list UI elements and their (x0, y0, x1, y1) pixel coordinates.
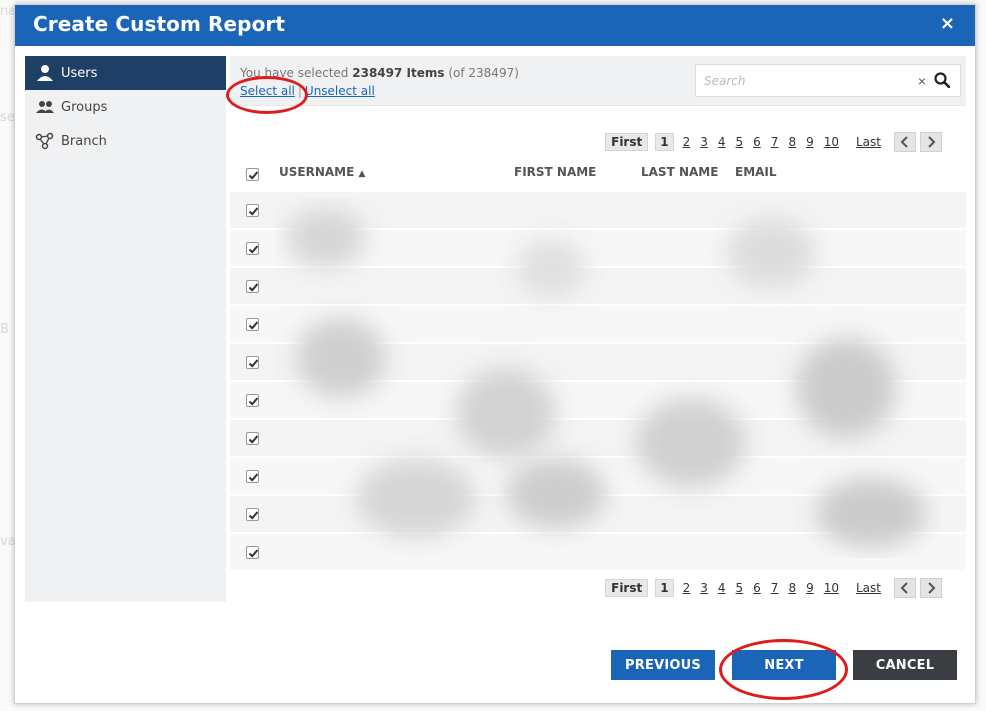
page-link[interactable]: 9 (806, 135, 814, 149)
selection-summary: You have selected 238497 Items (of 23849… (240, 66, 519, 80)
branch-icon (35, 132, 57, 150)
table-header: USERNAME ▲ FIRST NAME LAST NAME EMAIL (230, 157, 966, 189)
checkmark-icon (248, 397, 259, 406)
search-box: × (695, 64, 961, 97)
redacted-user-data (276, 198, 940, 558)
page-link[interactable]: 10 (824, 581, 839, 595)
sidebar-item-groups[interactable]: Groups (25, 90, 226, 124)
previous-button[interactable]: PREVIOUS (611, 650, 715, 680)
row-checkbox[interactable] (246, 470, 259, 483)
select-all-checkbox[interactable] (246, 168, 259, 181)
cancel-button[interactable]: CANCEL (853, 650, 957, 680)
next-button[interactable]: NEXT (732, 650, 836, 680)
selection-prefix: You have selected (240, 66, 349, 80)
column-first-name[interactable]: FIRST NAME (514, 165, 596, 179)
pagination-bottom: First 1 2 3 4 5 6 7 8 9 10 Last (602, 578, 942, 598)
chevron-left-icon (900, 582, 908, 594)
sidebar-item-users[interactable]: Users (25, 56, 226, 90)
page-link[interactable]: 7 (771, 135, 779, 149)
page-link[interactable]: 6 (753, 135, 761, 149)
dialog-header: Create Custom Report × (15, 5, 975, 46)
users-group-icon (35, 98, 57, 116)
checkmark-icon (248, 511, 259, 520)
prev-page-button[interactable] (894, 132, 916, 152)
row-checkbox[interactable] (246, 280, 259, 293)
row-checkbox[interactable] (246, 508, 259, 521)
dialog-title: Create Custom Report (33, 12, 286, 36)
create-report-dialog: Create Custom Report × Users Groups Bran… (14, 4, 976, 704)
row-checkbox[interactable] (246, 242, 259, 255)
page-link[interactable]: 3 (700, 581, 708, 595)
column-email[interactable]: EMAIL (735, 165, 777, 179)
page-link[interactable]: 5 (736, 581, 744, 595)
chevron-left-icon (900, 136, 908, 148)
sidebar-item-label: Groups (61, 99, 108, 115)
page-link[interactable]: 5 (736, 135, 744, 149)
next-page-button[interactable] (920, 132, 942, 152)
page-link[interactable]: 8 (788, 581, 796, 595)
sidebar-item-label: Users (61, 65, 98, 81)
link-separator: | (297, 84, 302, 98)
page-link[interactable]: 2 (683, 581, 691, 595)
checkmark-icon (248, 245, 259, 254)
checkmark-icon (248, 435, 259, 444)
last-page-link[interactable]: Last (856, 135, 881, 149)
last-page-link[interactable]: Last (856, 581, 881, 595)
page-link[interactable]: 6 (753, 581, 761, 595)
clear-search-icon[interactable]: × (918, 73, 926, 89)
first-page-button[interactable]: First (605, 133, 649, 151)
background-fragment: se (0, 110, 15, 125)
current-page: 1 (655, 579, 674, 597)
row-checkbox[interactable] (246, 546, 259, 559)
sort-asc-icon: ▲ (358, 169, 366, 179)
column-username[interactable]: USERNAME ▲ (279, 165, 365, 179)
row-checkbox[interactable] (246, 318, 259, 331)
user-selection-panel: You have selected 238497 Items (of 23849… (230, 56, 966, 602)
prev-page-button[interactable] (894, 578, 916, 598)
user-icon (35, 64, 57, 82)
page-link[interactable]: 2 (683, 135, 691, 149)
page-link[interactable]: 4 (718, 135, 726, 149)
close-button[interactable]: × (940, 13, 955, 34)
selection-count: 238497 Items (352, 66, 445, 80)
checkmark-icon (248, 207, 259, 216)
selection-total: (of 238497) (448, 66, 519, 80)
search-input[interactable] (696, 65, 906, 96)
chevron-right-icon (928, 136, 936, 148)
row-checkbox[interactable] (246, 204, 259, 217)
page-link[interactable]: 8 (788, 135, 796, 149)
select-all-link[interactable]: Select all (240, 84, 295, 98)
row-checkbox[interactable] (246, 432, 259, 445)
row-checkbox[interactable] (246, 356, 259, 369)
checkmark-icon (248, 283, 259, 292)
selection-toolbar: You have selected 238497 Items (of 23849… (230, 56, 966, 106)
page-link[interactable]: 9 (806, 581, 814, 595)
unselect-all-link[interactable]: Unselect all (305, 84, 375, 98)
chevron-right-icon (928, 582, 936, 594)
sidebar-item-label: Branch (61, 133, 107, 149)
page-link[interactable]: 4 (718, 581, 726, 595)
sidebar-item-branch[interactable]: Branch (25, 124, 226, 158)
page-link[interactable]: 10 (824, 135, 839, 149)
column-last-name[interactable]: LAST NAME (641, 165, 718, 179)
pagination-top: First 1 2 3 4 5 6 7 8 9 10 Last (602, 132, 942, 152)
background-fragment: B (0, 322, 9, 337)
selection-links: Select all | Unselect all (240, 84, 375, 98)
page-link[interactable]: 3 (700, 135, 708, 149)
checkmark-icon (248, 473, 259, 482)
page-link[interactable]: 7 (771, 581, 779, 595)
search-icon[interactable] (934, 72, 951, 89)
sidebar: Users Groups Branch (25, 56, 226, 602)
checkmark-icon (248, 549, 259, 558)
current-page: 1 (655, 133, 674, 151)
row-checkbox[interactable] (246, 394, 259, 407)
checkmark-icon (248, 359, 259, 368)
next-page-button[interactable] (920, 578, 942, 598)
first-page-button[interactable]: First (605, 579, 649, 597)
checkmark-icon (248, 321, 259, 330)
checkmark-icon (248, 171, 259, 180)
